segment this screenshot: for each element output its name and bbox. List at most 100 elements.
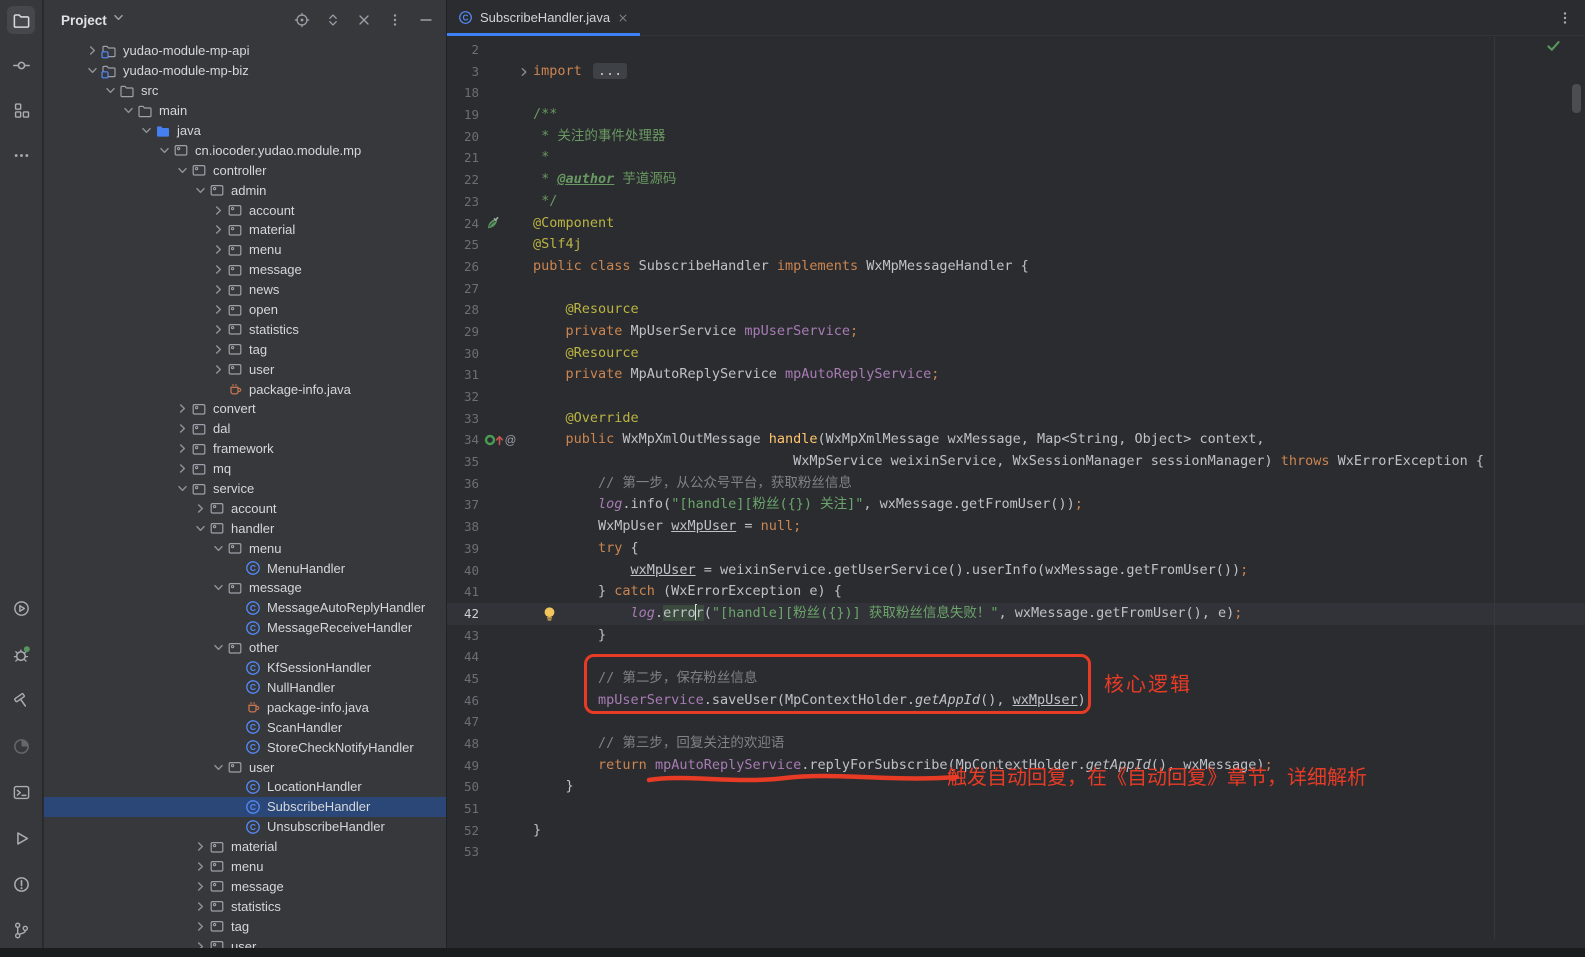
line-number[interactable]: 41 xyxy=(447,581,479,603)
chevron-collapsed-icon[interactable] xyxy=(192,919,209,934)
code-line-47[interactable]: 47 xyxy=(447,711,1585,733)
tree-item-unsubscribehandler[interactable]: CUnsubscribeHandler xyxy=(44,817,446,837)
tree-item-handler[interactable]: handler xyxy=(44,518,446,538)
line-number[interactable]: 33 xyxy=(447,408,479,430)
line-number[interactable]: 44 xyxy=(447,646,479,668)
chevron-collapsed-icon[interactable] xyxy=(210,262,227,277)
line-number[interactable]: 32 xyxy=(447,386,479,408)
project-tool-button[interactable] xyxy=(7,6,35,34)
tree-item-account[interactable]: account xyxy=(44,498,446,518)
tree-item-java[interactable]: java xyxy=(44,121,446,141)
line-number[interactable]: 29 xyxy=(447,321,479,343)
tree-item-messagereceivehandler[interactable]: CMessageReceiveHandler xyxy=(44,618,446,638)
tree-item-service[interactable]: service xyxy=(44,479,446,499)
terminal-tool-button[interactable] xyxy=(7,778,35,806)
chevron-expanded-icon[interactable] xyxy=(120,103,137,118)
select-opened-file-button[interactable] xyxy=(294,12,310,28)
line-number[interactable]: 35 xyxy=(447,451,479,473)
line-number[interactable]: 30 xyxy=(447,343,479,365)
code-line-39[interactable]: 39 try { xyxy=(447,538,1585,560)
tree-item-menuhandler[interactable]: CMenuHandler xyxy=(44,558,446,578)
chevron-collapsed-icon[interactable] xyxy=(192,839,209,854)
code-line-38[interactable]: 38 WxMpUser wxMpUser = null; xyxy=(447,516,1585,538)
code-line-51[interactable]: 51 xyxy=(447,798,1585,820)
code-line-25[interactable]: 25@Slf4j xyxy=(447,234,1585,256)
code-line-37[interactable]: 37 log.info("[handle][粉丝({}) 关注]", wxMes… xyxy=(447,494,1585,516)
tree-item-cn-iocoder-yudao-module-mp[interactable]: cn.iocoder.yudao.module.mp xyxy=(44,140,446,160)
chevron-expanded-icon[interactable] xyxy=(210,580,227,595)
chevron-collapsed-icon[interactable] xyxy=(192,899,209,914)
code-line-35[interactable]: 35 WxMpService weixinService, WxSessionM… xyxy=(447,451,1585,473)
tree-item-user[interactable]: user xyxy=(44,757,446,777)
editor-tab-subscribehandler[interactable]: C SubscribeHandler.java xyxy=(447,0,640,35)
tree-item-message[interactable]: message xyxy=(44,260,446,280)
tree-item-subscribehandler[interactable]: CSubscribeHandler xyxy=(44,797,446,817)
code-line-42[interactable]: 42 log.error("[handle][粉丝({})] 获取粉丝信息失败！… xyxy=(447,603,1585,625)
line-number[interactable]: 2 xyxy=(447,39,479,61)
tree-item-statistics[interactable]: statistics xyxy=(44,319,446,339)
chevron-collapsed-icon[interactable] xyxy=(192,939,209,948)
hide-panel-button[interactable] xyxy=(418,12,434,28)
line-number[interactable]: 26 xyxy=(447,256,479,278)
code-editor[interactable]: 23import ...1819/**20 * 关注的事件处理器21 *22 *… xyxy=(447,37,1585,948)
tree-item-scanhandler[interactable]: CScanHandler xyxy=(44,717,446,737)
tree-item-yudao-module-mp-biz[interactable]: yudao-module-mp-biz xyxy=(44,61,446,81)
code-line-41[interactable]: 41 } catch (WxErrorException e) { xyxy=(447,581,1585,603)
chevron-expanded-icon[interactable] xyxy=(192,183,209,198)
chevron-collapsed-icon[interactable] xyxy=(210,342,227,357)
chevron-collapsed-icon[interactable] xyxy=(192,501,209,516)
chevron-collapsed-icon[interactable] xyxy=(174,441,191,456)
line-number[interactable]: 25 xyxy=(447,234,479,256)
line-number[interactable]: 20 xyxy=(447,126,479,148)
code-line-19[interactable]: 19/** xyxy=(447,104,1585,126)
tree-item-tag[interactable]: tag xyxy=(44,916,446,936)
chevron-collapsed-icon[interactable] xyxy=(174,461,191,476)
code-line-48[interactable]: 48 // 第三步，回复关注的欢迎语 xyxy=(447,733,1585,755)
chevron-expanded-icon[interactable] xyxy=(102,83,119,98)
chevron-expanded-icon[interactable] xyxy=(84,63,101,78)
services-tool-button[interactable] xyxy=(7,594,35,622)
tree-item-package-info-java[interactable]: package-info.java xyxy=(44,379,446,399)
tree-item-package-info-java[interactable]: package-info.java xyxy=(44,697,446,717)
line-number[interactable]: 37 xyxy=(447,494,479,516)
code-line-36[interactable]: 36 // 第一步，从公众号平台，获取粉丝信息 xyxy=(447,473,1585,495)
tree-item-src[interactable]: src xyxy=(44,81,446,101)
chevron-collapsed-icon[interactable] xyxy=(210,322,227,337)
project-view-selector[interactable]: Project xyxy=(61,10,126,30)
chevron-collapsed-icon[interactable] xyxy=(174,401,191,416)
chevron-collapsed-icon[interactable] xyxy=(192,879,209,894)
chevron-collapsed-icon[interactable] xyxy=(210,362,227,377)
code-line-20[interactable]: 20 * 关注的事件处理器 xyxy=(447,126,1585,148)
structure-tool-button[interactable] xyxy=(7,96,35,124)
line-number[interactable]: 18 xyxy=(447,82,479,104)
code-line-26[interactable]: 26public class SubscribeHandler implemen… xyxy=(447,256,1585,278)
commit-tool-button[interactable] xyxy=(7,51,35,79)
line-number[interactable]: 49 xyxy=(447,755,479,777)
line-number[interactable]: 39 xyxy=(447,538,479,560)
code-line-31[interactable]: 31 private MpAutoReplyService mpAutoRepl… xyxy=(447,364,1585,386)
code-line-34[interactable]: 34@ public WxMpXmlOutMessage handle(WxMp… xyxy=(447,429,1585,451)
code-line-44[interactable]: 44 xyxy=(447,646,1585,668)
tree-item-message[interactable]: message xyxy=(44,578,446,598)
code-line-27[interactable]: 27 xyxy=(447,278,1585,300)
line-number[interactable]: 45 xyxy=(447,668,479,690)
code-line-32[interactable]: 32 xyxy=(447,386,1585,408)
line-number[interactable]: 43 xyxy=(447,625,479,647)
code-line-28[interactable]: 28 @Resource xyxy=(447,299,1585,321)
tree-item-messageautoreplyhandler[interactable]: CMessageAutoReplyHandler xyxy=(44,598,446,618)
line-number[interactable]: 53 xyxy=(447,841,479,863)
line-number[interactable]: 38 xyxy=(447,516,479,538)
line-number[interactable]: 3 xyxy=(447,61,479,83)
line-number[interactable]: 34 xyxy=(447,429,479,451)
chevron-expanded-icon[interactable] xyxy=(174,163,191,178)
code-line-2[interactable]: 2 xyxy=(447,39,1585,61)
line-number[interactable]: 52 xyxy=(447,820,479,842)
tree-item-material[interactable]: material xyxy=(44,220,446,240)
tree-item-controller[interactable]: controller xyxy=(44,160,446,180)
line-number[interactable]: 21 xyxy=(447,147,479,169)
collapse-all-button[interactable] xyxy=(356,12,372,28)
line-number[interactable]: 27 xyxy=(447,278,479,300)
debug-tool-button[interactable] xyxy=(7,640,35,668)
code-line-46[interactable]: 46 mpUserService.saveUser(MpContextHolde… xyxy=(447,690,1585,712)
line-number[interactable]: 31 xyxy=(447,364,479,386)
